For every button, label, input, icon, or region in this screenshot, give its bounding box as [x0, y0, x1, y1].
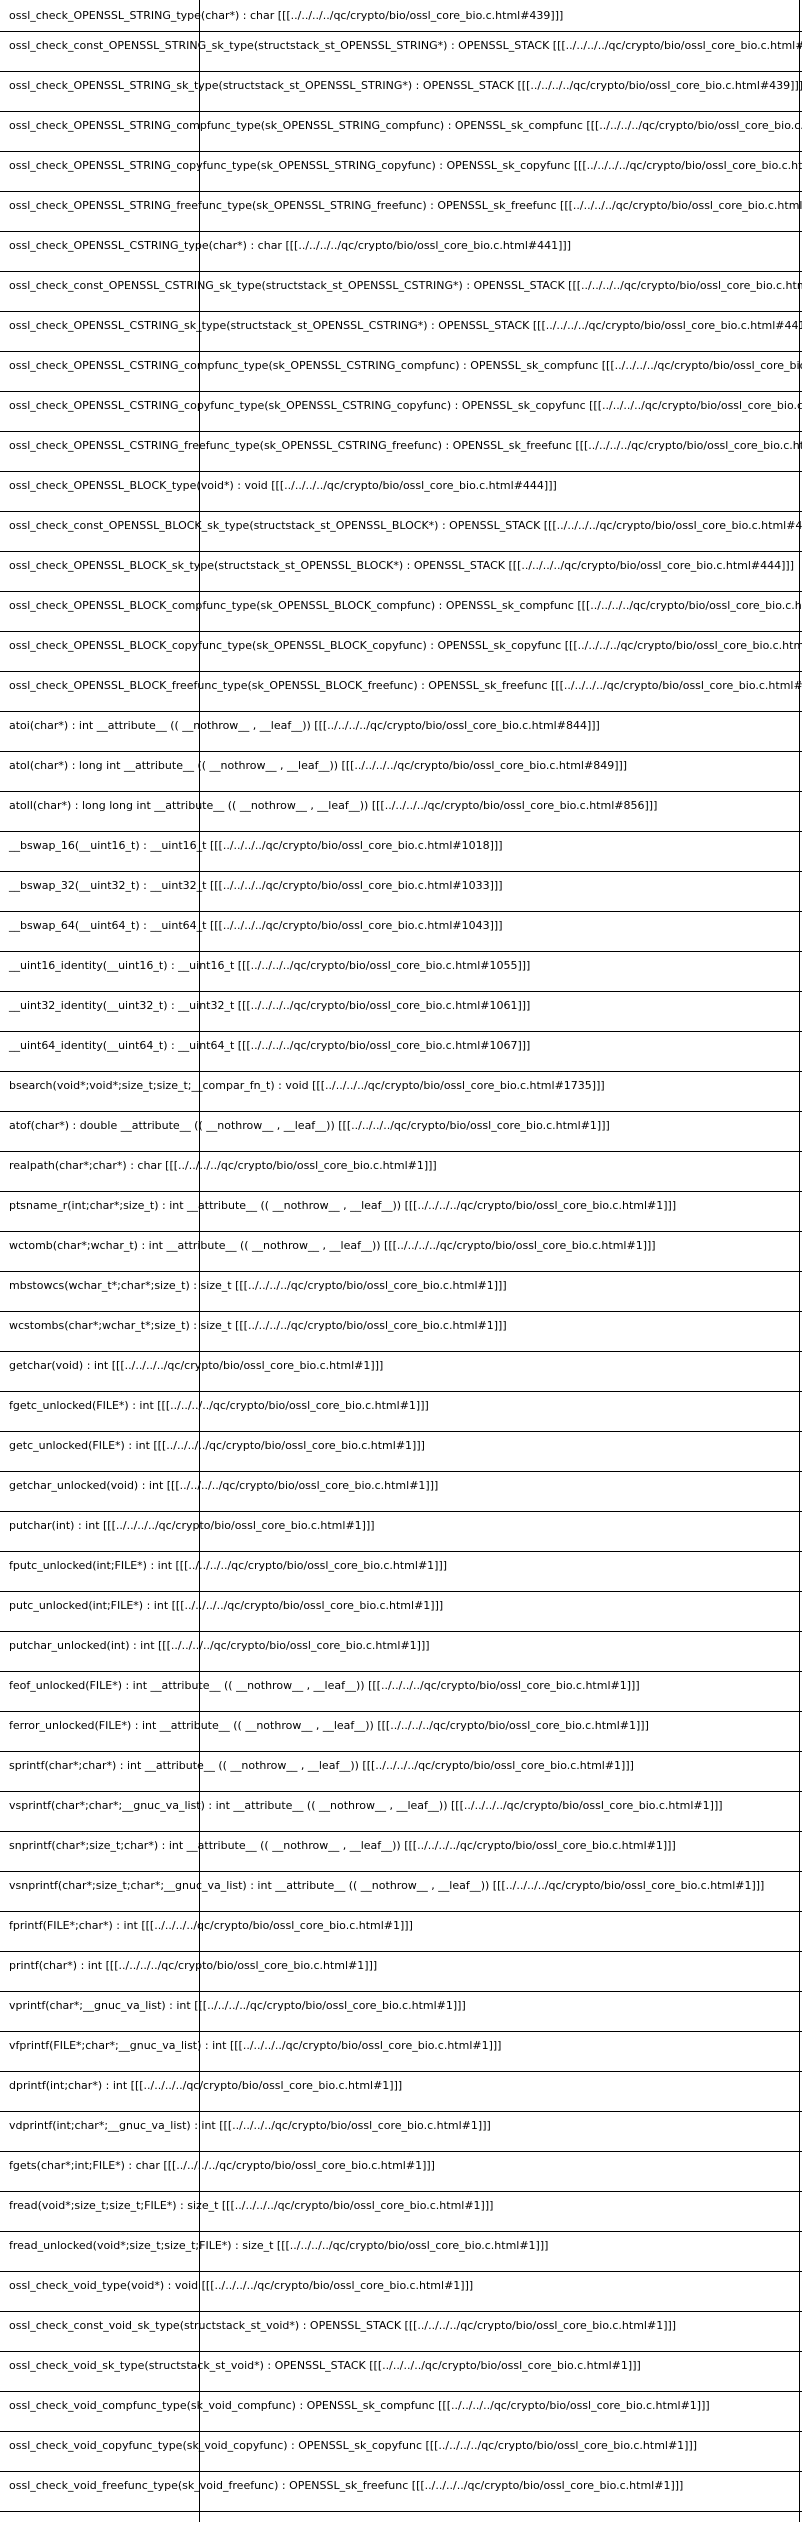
- function-entry: ossl_check_OPENSSL_BLOCK_copyfunc_type(s…: [0, 632, 802, 672]
- function-entry: getchar_unlocked(void) : int [[[../../..…: [0, 1472, 802, 1512]
- function-entry: ossl_check_OPENSSL_STRING_freefunc_type(…: [0, 192, 802, 232]
- function-entry: __uint64_identity(__uint64_t) : __uint64…: [0, 1032, 802, 1072]
- function-entry: atoll(char*) : long long int __attribute…: [0, 792, 802, 832]
- function-entry: fputc_unlocked(int;FILE*) : int [[[../..…: [0, 1552, 802, 1592]
- function-entry: printf(char*) : int [[[../../../../qc/cr…: [0, 1952, 802, 1992]
- function-entry: getchar(void) : int [[[../../../../qc/cr…: [0, 1352, 802, 1392]
- function-entry: ossl_check_OPENSSL_BLOCK_sk_type(structs…: [0, 552, 802, 592]
- function-entry: atol(char*) : long int __attribute__ (( …: [0, 752, 802, 792]
- function-entry: ossl_check_const_void_sk_type(structstac…: [0, 2312, 802, 2352]
- function-entry: ossl_check_const_OPENSSL_STRING_sk_type(…: [0, 32, 802, 72]
- function-entry: __bswap_32(__uint32_t) : __uint32_t [[[.…: [0, 872, 802, 912]
- function-entry: ossl_check_OPENSSL_BLOCK_compfunc_type(s…: [0, 592, 802, 632]
- function-entry: wctomb(char*;wchar_t) : int __attribute_…: [0, 1232, 802, 1272]
- function-entry: mbstowcs(wchar_t*;char*;size_t) : size_t…: [0, 1272, 802, 1312]
- function-entry: ossl_check_OPENSSL_STRING_sk_type(struct…: [0, 72, 802, 112]
- function-index-page: ossl_check_OPENSSL_STRING_type(char*) : …: [0, 0, 802, 2522]
- function-entry: fgets(char*;int;FILE*) : char [[[../../.…: [0, 2152, 802, 2192]
- function-entry: vsprintf(char*;char*;__gnuc_va_list) : i…: [0, 1792, 802, 1832]
- function-entry: ossl_check_OPENSSL_CSTRING_type(char*) :…: [0, 232, 802, 272]
- function-entry: getc_unlocked(FILE*) : int [[[../../../.…: [0, 1432, 802, 1472]
- function-entry: ossl_check_void_copyfunc_type(sk_void_co…: [0, 2432, 802, 2472]
- function-entry: ossl_check_OPENSSL_BLOCK_freefunc_type(s…: [0, 672, 802, 712]
- function-entry: dprintf(int;char*) : int [[[../../../../…: [0, 2072, 802, 2112]
- function-entry: ptsname_r(int;char*;size_t) : int __attr…: [0, 1192, 802, 1232]
- function-entry: atof(char*) : double __attribute__ (( __…: [0, 1112, 802, 1152]
- function-entry: vdprintf(int;char*;__gnuc_va_list) : int…: [0, 2112, 802, 2152]
- function-entry: ossl_check_void_freefunc_type(sk_void_fr…: [0, 2472, 802, 2512]
- function-entry: ossl_check_OPENSSL_CSTRING_compfunc_type…: [0, 352, 802, 392]
- function-entry: __uint16_identity(__uint16_t) : __uint16…: [0, 952, 802, 992]
- function-entry: fread(void*;size_t;size_t;FILE*) : size_…: [0, 2192, 802, 2232]
- function-entry: __uint32_identity(__uint32_t) : __uint32…: [0, 992, 802, 1032]
- function-entry: fread_unlocked(void*;size_t;size_t;FILE*…: [0, 2232, 802, 2272]
- function-entry: putchar(int) : int [[[../../../../qc/cry…: [0, 1512, 802, 1552]
- function-entry: ossl_check_OPENSSL_BLOCK_type(void*) : v…: [0, 472, 802, 512]
- function-entry: sprintf(char*;char*) : int __attribute__…: [0, 1752, 802, 1792]
- function-entry: putc_unlocked(int;FILE*) : int [[[../../…: [0, 1592, 802, 1632]
- function-entry: wcstombs(char*;wchar_t*;size_t) : size_t…: [0, 1312, 802, 1352]
- function-entry: ossl_check_OPENSSL_CSTRING_freefunc_type…: [0, 432, 802, 472]
- function-entry: __bswap_64(__uint64_t) : __uint64_t [[[.…: [0, 912, 802, 952]
- function-entry: vprintf(char*;__gnuc_va_list) : int [[[.…: [0, 1992, 802, 2032]
- function-entry: bsearch(void*;void*;size_t;size_t;__comp…: [0, 1072, 802, 1112]
- function-entry: ossl_check_OPENSSL_CSTRING_sk_type(struc…: [0, 312, 802, 352]
- function-entry: ferror_unlocked(FILE*) : int __attribute…: [0, 1712, 802, 1752]
- function-entry: vsnprintf(char*;size_t;char*;__gnuc_va_l…: [0, 1872, 802, 1912]
- function-entry: putchar_unlocked(int) : int [[[../../../…: [0, 1632, 802, 1672]
- function-entry: ossl_check_OPENSSL_STRING_type(char*) : …: [0, 0, 802, 32]
- function-list: ossl_check_OPENSSL_STRING_type(char*) : …: [0, 0, 802, 2512]
- function-entry: ossl_check_void_compfunc_type(sk_void_co…: [0, 2392, 802, 2432]
- function-entry: realpath(char*;char*) : char [[[../../..…: [0, 1152, 802, 1192]
- function-entry: fgetc_unlocked(FILE*) : int [[[../../../…: [0, 1392, 802, 1432]
- function-entry: ossl_check_OPENSSL_CSTRING_copyfunc_type…: [0, 392, 802, 432]
- function-entry: fprintf(FILE*;char*) : int [[[../../../.…: [0, 1912, 802, 1952]
- function-entry: ossl_check_const_OPENSSL_BLOCK_sk_type(s…: [0, 512, 802, 552]
- function-entry: __bswap_16(__uint16_t) : __uint16_t [[[.…: [0, 832, 802, 872]
- function-entry: vfprintf(FILE*;char*;__gnuc_va_list) : i…: [0, 2032, 802, 2072]
- function-entry: ossl_check_OPENSSL_STRING_copyfunc_type(…: [0, 152, 802, 192]
- function-entry: feof_unlocked(FILE*) : int __attribute__…: [0, 1672, 802, 1712]
- function-entry: ossl_check_void_type(void*) : void [[[..…: [0, 2272, 802, 2312]
- function-entry: snprintf(char*;size_t;char*) : int __att…: [0, 1832, 802, 1872]
- function-entry: ossl_check_void_sk_type(structstack_st_v…: [0, 2352, 802, 2392]
- function-entry: ossl_check_OPENSSL_STRING_compfunc_type(…: [0, 112, 802, 152]
- function-entry: ossl_check_const_OPENSSL_CSTRING_sk_type…: [0, 272, 802, 312]
- function-entry: atoi(char*) : int __attribute__ (( __not…: [0, 712, 802, 752]
